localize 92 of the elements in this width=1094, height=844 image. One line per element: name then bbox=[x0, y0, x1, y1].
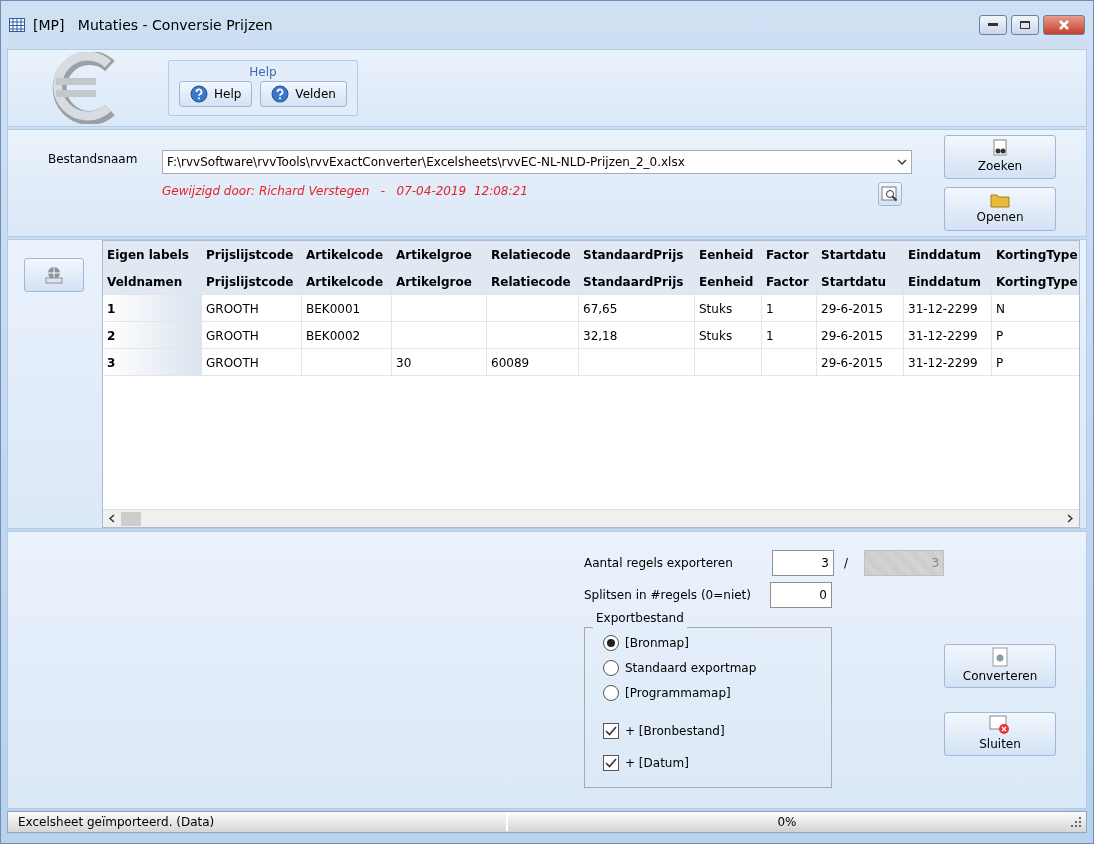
row-header: Eigen labels bbox=[103, 241, 202, 267]
scrollbar-thumb[interactable] bbox=[121, 511, 141, 526]
table-cell: 29-6-2015 bbox=[817, 349, 904, 375]
close-button[interactable] bbox=[1043, 15, 1085, 35]
table-cell: 29-6-2015 bbox=[817, 295, 904, 321]
close-dialog-button[interactable]: Sluiten bbox=[944, 712, 1057, 756]
progress-text: 0% bbox=[777, 814, 797, 831]
convert-button[interactable]: Converteren bbox=[944, 644, 1057, 688]
checkbox[interactable] bbox=[603, 723, 619, 739]
table-cell: N bbox=[992, 295, 1079, 321]
help-button[interactable]: Help bbox=[179, 81, 253, 107]
column-header: StandaardPrijs bbox=[579, 241, 695, 267]
table-cell: GROOTH bbox=[202, 295, 302, 321]
close-icon bbox=[1059, 20, 1069, 30]
separator-text: / bbox=[844, 555, 849, 572]
column-header: Artikelgroe bbox=[392, 268, 487, 294]
checkbox[interactable] bbox=[603, 755, 619, 771]
search-button[interactable]: Zoeken bbox=[944, 135, 1056, 179]
minimize-button[interactable] bbox=[979, 15, 1007, 35]
column-header: Factor bbox=[762, 241, 817, 267]
window-close-icon bbox=[989, 715, 1012, 735]
table-cell: P bbox=[992, 322, 1079, 348]
table-cell: Stuks bbox=[695, 295, 762, 321]
table-cell: 29-6-2015 bbox=[817, 322, 904, 348]
modified-info: Gewijzigd door: Richard Verstegen - 07-04-2019 12:08:21 bbox=[162, 183, 529, 200]
column-header: KortingType bbox=[992, 268, 1079, 294]
help-icon bbox=[190, 85, 208, 103]
table-cell: 1 bbox=[762, 295, 817, 321]
fields-button[interactable]: Velden bbox=[260, 81, 347, 107]
field-label: Bestandsnaam bbox=[48, 151, 139, 168]
column-header: Einddatum bbox=[904, 241, 992, 267]
table-cell: 1 bbox=[762, 322, 817, 348]
split-field[interactable]: 0 bbox=[770, 582, 832, 608]
scroll-left-icon bbox=[109, 514, 115, 523]
option-label: [Bronmap] bbox=[625, 634, 689, 652]
column-header: Artikelcode bbox=[302, 241, 392, 267]
maximize-button[interactable] bbox=[1011, 15, 1039, 35]
table-cell: 31-12-2299 bbox=[904, 295, 992, 321]
minimize-icon bbox=[988, 23, 998, 27]
count-field[interactable]: 3 bbox=[772, 550, 834, 576]
help-icon bbox=[271, 85, 290, 103]
scroll-right-icon bbox=[1067, 514, 1073, 523]
table-cell: 30 bbox=[392, 349, 487, 375]
table-cell: GROOTH bbox=[202, 349, 302, 375]
window-title: [MP] Mutaties - Conversie Prijzen bbox=[33, 15, 273, 35]
option-label: [Programmamap] bbox=[625, 684, 731, 702]
column-header: Startdatu bbox=[817, 268, 904, 294]
table-cell: 32,18 bbox=[579, 322, 695, 348]
preview-button[interactable] bbox=[878, 182, 902, 206]
table-cell: BEK0001 bbox=[302, 295, 392, 321]
column-header: Eenheid bbox=[695, 268, 762, 294]
table-cell: GROOTH bbox=[202, 322, 302, 348]
radio-button[interactable] bbox=[603, 659, 619, 676]
option-label: + [Datum] bbox=[625, 755, 689, 772]
table-cell: 60089 bbox=[487, 349, 579, 375]
file-dropdown[interactable]: F:\rvvSoftware\rvvTools\rvvExactConverter\Excelsheets\rvvEC-NL-NLD-Prijzen_2_0.xlsx bbox=[162, 150, 912, 174]
option-label: Standaard exportmap bbox=[625, 659, 757, 677]
column-header: Prijslijstcode bbox=[202, 241, 302, 267]
table-cell: BEK0002 bbox=[302, 322, 392, 348]
column-header: Artikelcode bbox=[302, 268, 392, 294]
table-cell: 67,65 bbox=[579, 295, 695, 321]
option-label: + [Bronbestand] bbox=[625, 723, 725, 740]
group-title: Exportbestand bbox=[595, 610, 685, 627]
column-header: Factor bbox=[762, 268, 817, 294]
table-cell: Stuks bbox=[695, 322, 762, 348]
table-cell: 31-12-2299 bbox=[904, 322, 992, 348]
field-label: Splitsen in #regels (0=niet) bbox=[584, 587, 752, 604]
magnifier-icon bbox=[881, 185, 899, 203]
table-cell: P bbox=[992, 349, 1079, 375]
column-header: StandaardPrijs bbox=[579, 268, 695, 294]
column-header: KortingType bbox=[992, 241, 1079, 267]
maximize-icon bbox=[1020, 21, 1030, 29]
horizontal-scrollbar[interactable] bbox=[103, 509, 1079, 527]
column-header: Relatiecode bbox=[487, 241, 579, 267]
panel-title: Help bbox=[248, 64, 278, 81]
column-header: Eenheid bbox=[695, 241, 762, 267]
column-header: Einddatum bbox=[904, 268, 992, 294]
column-header: Prijslijstcode bbox=[202, 268, 302, 294]
resize-grip-icon bbox=[1070, 816, 1082, 828]
column-header: Relatiecode bbox=[487, 268, 579, 294]
row-header: Veldnamen bbox=[103, 268, 202, 294]
table-cell: 31-12-2299 bbox=[904, 349, 992, 375]
field-label: Aantal regels exporteren bbox=[584, 555, 734, 572]
column-header: Artikelgroe bbox=[392, 241, 487, 267]
column-header: Startdatu bbox=[817, 241, 904, 267]
open-button[interactable]: Openen bbox=[944, 187, 1056, 231]
radio-button[interactable] bbox=[603, 684, 619, 701]
grid-icon bbox=[9, 18, 25, 32]
radio-button[interactable] bbox=[603, 634, 619, 651]
total-field: 3 bbox=[864, 550, 945, 576]
folder-icon bbox=[990, 192, 1010, 208]
field-labels-button[interactable] bbox=[24, 258, 84, 292]
